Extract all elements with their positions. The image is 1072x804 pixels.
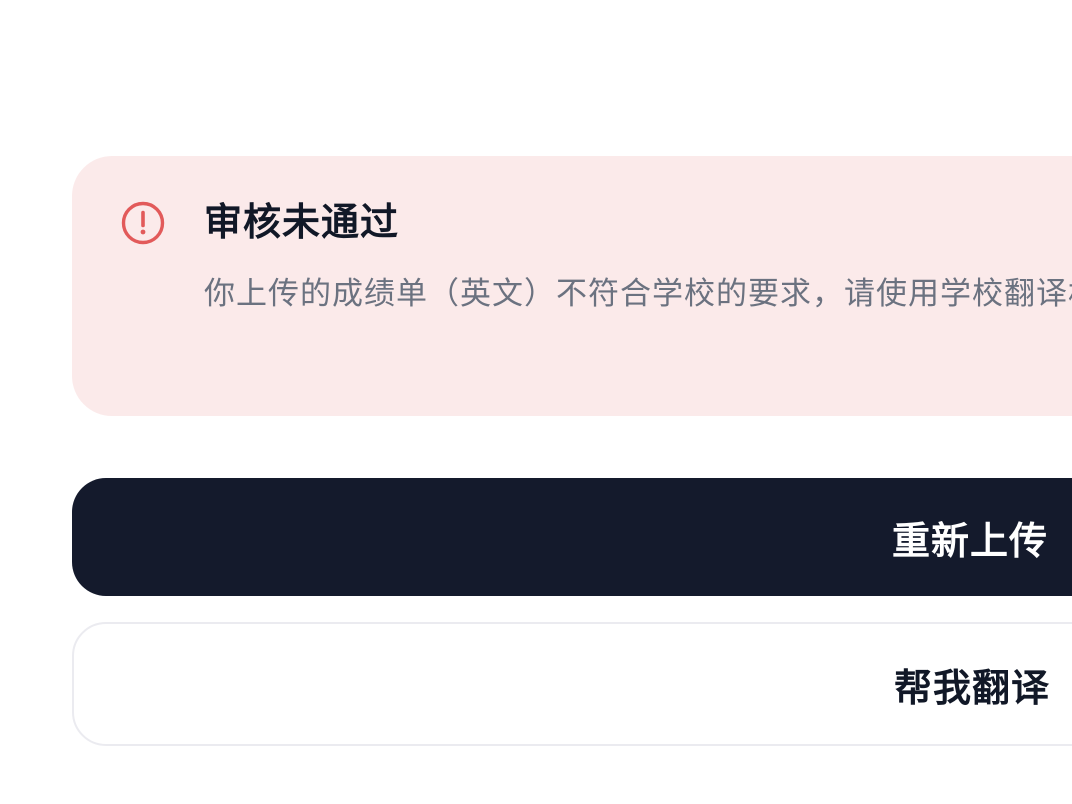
alert-message: 你上传的成绩单（英文）不符合学校的要求，请使用学校翻译机构翻译件。 xyxy=(204,276,1072,312)
translate-for-me-button[interactable]: 帮我翻译 xyxy=(72,622,1072,746)
exclamation-circle-icon xyxy=(120,200,166,246)
review-failed-alert: 审核未通过 你上传的成绩单（英文）不符合学校的要求，请使用学校翻译机构翻译件。 xyxy=(72,156,1072,416)
alert-title: 审核未通过 xyxy=(204,200,400,244)
reupload-button[interactable]: 重新上传 xyxy=(72,478,1072,596)
review-result-page: 审核未通过 你上传的成绩单（英文）不符合学校的要求，请使用学校翻译机构翻译件。 … xyxy=(0,0,1072,804)
